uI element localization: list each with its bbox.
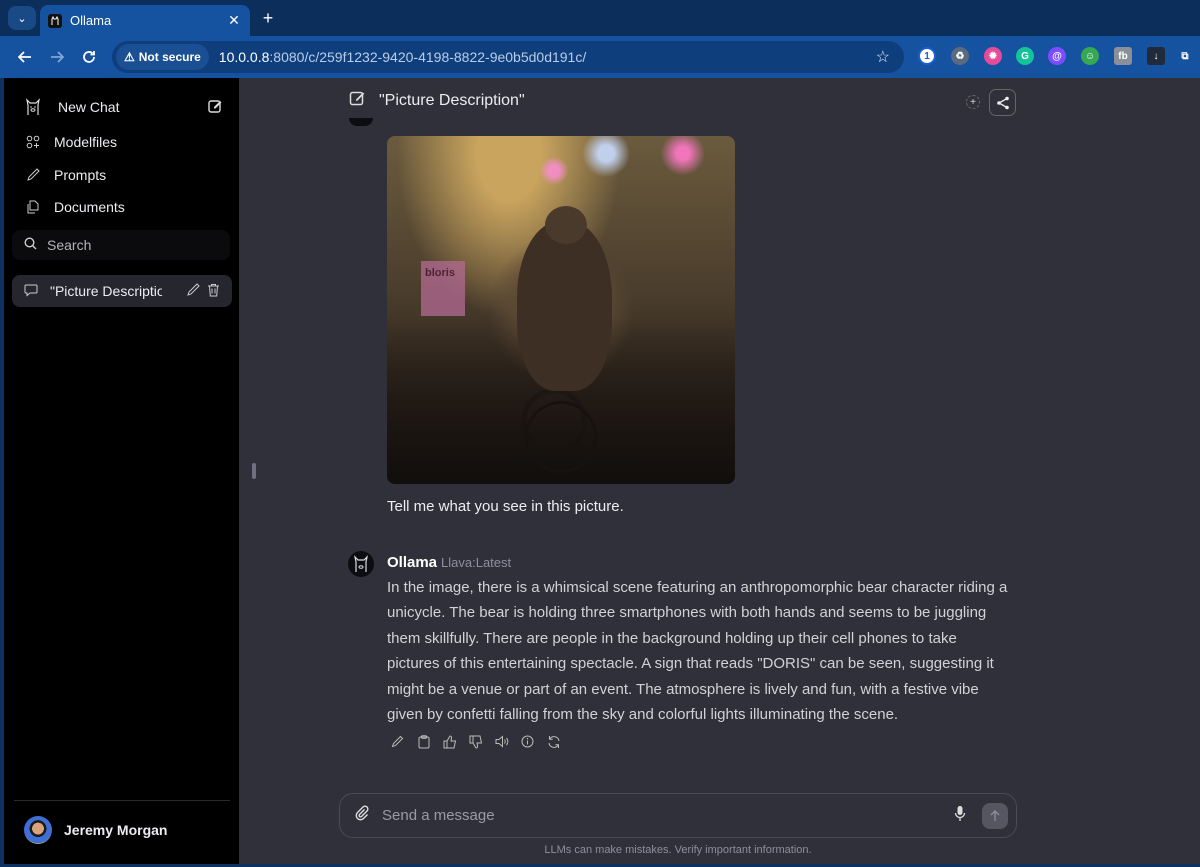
chat-title: "Picture Description"	[379, 91, 525, 109]
1password-extension-icon[interactable]: 1	[918, 47, 936, 65]
search-placeholder: Search	[47, 237, 92, 253]
assistant-avatar	[348, 551, 374, 577]
new-chat-button[interactable]: New Chat	[12, 92, 232, 122]
image-unicycle-wheel	[525, 401, 597, 473]
back-button[interactable]	[14, 46, 36, 68]
new-chat-label: New Chat	[58, 99, 120, 115]
warning-triangle-icon: ⚠	[124, 50, 135, 64]
share-icon	[996, 96, 1009, 109]
sidebar-item-label: Documents	[54, 199, 125, 215]
download-extension-icon[interactable]: ↓	[1147, 47, 1165, 65]
recycle-extension-icon[interactable]: ♻	[951, 47, 969, 65]
rename-chat-icon[interactable]	[186, 282, 200, 300]
assistant-header: Ollama Llava:Latest	[387, 554, 511, 571]
url-path: :8080/c/259f1232-9420-4198-8822-9e0b5d0d…	[269, 49, 587, 65]
writer-extension-icon[interactable]: @	[1048, 47, 1066, 65]
thumbs-down-icon[interactable]	[468, 734, 483, 749]
info-icon[interactable]	[520, 734, 535, 749]
fb-extension-icon[interactable]: fb	[1114, 47, 1132, 65]
attached-image[interactable]: bloris	[387, 136, 735, 484]
user-avatar	[24, 816, 52, 844]
browser-window: ⌄ Ollama ✕ + ⚠ Not secure 10.0.0.8:8080/…	[0, 0, 1200, 867]
tab-strip: ⌄ Ollama ✕ +	[0, 0, 1200, 36]
chat-bubble-icon	[24, 283, 38, 300]
edit-title-icon[interactable]	[349, 90, 365, 111]
image-sign: bloris	[421, 261, 465, 316]
forward-button[interactable]	[46, 46, 68, 68]
site-info-chip[interactable]: ⚠ Not secure	[116, 44, 209, 70]
share-button[interactable]	[989, 89, 1016, 116]
image-bear	[517, 221, 612, 391]
reload-button[interactable]	[78, 46, 100, 68]
sidebar-item-modelfiles[interactable]: Modelfiles	[12, 127, 232, 157]
add-tag-button[interactable]: +	[966, 95, 980, 109]
browser-tab[interactable]: Ollama ✕	[40, 5, 250, 36]
close-tab-icon[interactable]: ✕	[226, 12, 242, 29]
edit-icon[interactable]	[390, 734, 405, 749]
previous-avatar-partial	[349, 118, 373, 126]
message-input[interactable]	[382, 807, 954, 824]
sidebar-item-label: Prompts	[54, 167, 107, 183]
assistant-message: In the image, there is a whimsical scene…	[387, 579, 1008, 724]
message-composer	[339, 793, 1017, 838]
speaker-icon[interactable]	[494, 734, 509, 749]
sidebar-resize-handle[interactable]	[252, 463, 256, 479]
assistant-model: Llava:Latest	[441, 555, 512, 570]
ollama-favicon-icon	[48, 13, 62, 28]
address-bar[interactable]: ⚠ Not secure 10.0.0.8:8080/c/259f1232-94…	[112, 41, 904, 73]
regenerate-icon[interactable]	[546, 734, 561, 749]
robot-extension-icon[interactable]: ☺	[1081, 47, 1099, 65]
sidebar-item-documents[interactable]: Documents	[12, 192, 232, 222]
new-tab-button[interactable]: +	[258, 6, 278, 30]
send-button[interactable]	[982, 802, 1008, 829]
reload-icon	[83, 51, 95, 63]
bookmark-star-icon[interactable]: ☆	[876, 47, 890, 67]
sidebar: New Chat Modelfiles Prompts Documents Se…	[4, 78, 239, 864]
url-host: 10.0.0.8	[218, 49, 270, 65]
search-icon	[24, 237, 37, 253]
thumbs-up-icon[interactable]	[442, 734, 457, 749]
sidebar-item-prompts[interactable]: Prompts	[12, 160, 232, 190]
attach-file-icon[interactable]	[354, 805, 370, 826]
url-text[interactable]: 10.0.0.8:8080/c/259f1232-9420-4198-8822-…	[219, 49, 586, 65]
sidebar-search[interactable]: Search	[12, 230, 230, 260]
pencil-icon	[24, 166, 42, 184]
modelfiles-icon	[24, 133, 42, 151]
user-name: Jeremy Morgan	[64, 822, 168, 838]
user-menu[interactable]: Jeremy Morgan	[24, 816, 167, 844]
message-actions	[390, 734, 561, 749]
chat-list-item[interactable]: "Picture Descriptior	[12, 275, 232, 307]
puzzle-extension-icon[interactable]: ⧉	[1176, 47, 1194, 65]
arrow-right-icon	[51, 51, 64, 63]
security-label: Not secure	[138, 50, 201, 64]
arrow-up-icon	[990, 809, 1000, 821]
microphone-icon[interactable]	[954, 805, 966, 827]
chat-header: "Picture Description"	[349, 90, 525, 111]
assistant-name: Ollama	[387, 554, 438, 571]
delete-chat-icon[interactable]	[207, 283, 220, 300]
copy-icon[interactable]	[416, 734, 431, 749]
documents-icon	[24, 198, 42, 216]
sidebar-item-label: Modelfiles	[54, 134, 118, 150]
sidebar-divider	[14, 800, 230, 801]
compose-icon[interactable]	[208, 99, 222, 116]
browser-toolbar: ⚠ Not secure 10.0.0.8:8080/c/259f1232-94…	[0, 36, 1200, 78]
disclaimer: LLMs can make mistakes. Verify important…	[544, 844, 812, 856]
image-bear-head	[545, 206, 587, 244]
ollama-logo-icon	[354, 555, 368, 572]
chat-title: "Picture Descriptior	[50, 283, 162, 299]
user-message: Tell me what you see in this picture.	[387, 498, 624, 515]
color-wheel-extension-icon[interactable]: ✹	[984, 47, 1002, 65]
chevron-down-icon: ⌄	[17, 12, 27, 25]
tab-search-button[interactable]: ⌄	[8, 6, 36, 30]
grammarly-extension-icon[interactable]: G	[1016, 47, 1034, 65]
tab-title: Ollama	[70, 13, 112, 28]
arrow-left-icon	[18, 51, 31, 63]
ollama-logo-icon	[24, 98, 42, 116]
ollama-webui: New Chat Modelfiles Prompts Documents Se…	[4, 78, 1200, 864]
